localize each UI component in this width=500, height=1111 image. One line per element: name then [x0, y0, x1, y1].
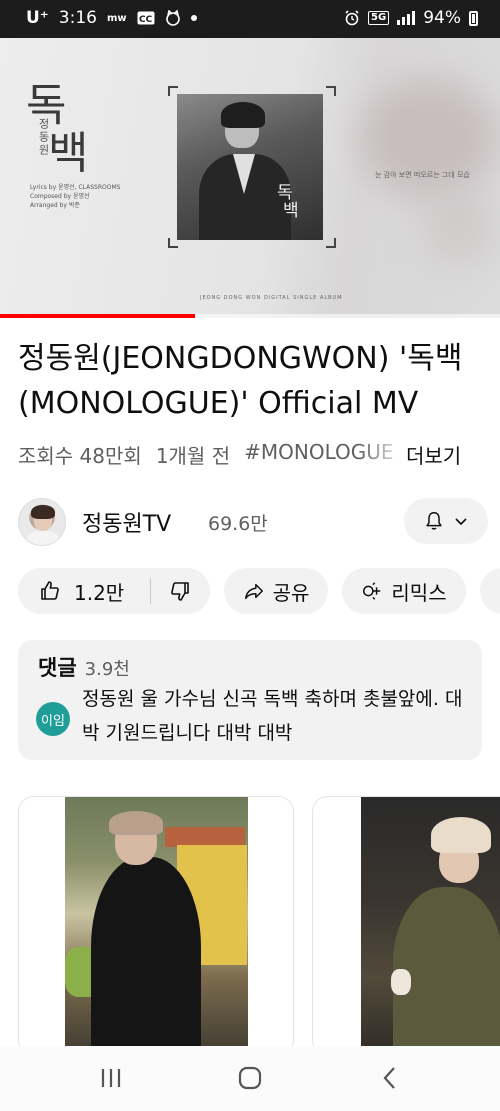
cc-icon: CC	[137, 11, 155, 25]
network-type: 5G	[368, 11, 390, 25]
more-button[interactable]: 더보기	[400, 440, 462, 469]
remix-button[interactable]: 리믹스	[342, 568, 466, 614]
remix-label: 리믹스	[391, 580, 447, 605]
upload-time: 1개월 전	[155, 444, 231, 468]
signal-icon	[397, 11, 416, 25]
artwork-lyric-text: 눈 감아 보면 떠오르는 그대 모습	[375, 171, 470, 179]
channel-avatar[interactable]	[18, 498, 66, 546]
back-icon	[383, 1067, 395, 1089]
comments-count: 3.9천	[84, 659, 130, 680]
short-thumbnail	[361, 797, 500, 1046]
progress-fill	[0, 314, 195, 318]
mw-icon: mw	[106, 12, 127, 24]
remix-icon	[363, 582, 381, 600]
artwork-album-text: JEONG DONG WON DIGITAL SINGLE ALBUM	[200, 295, 343, 301]
bell-icon	[426, 512, 442, 530]
credit-line: Lyrics by 윤명선, CLASSROOMS	[30, 184, 121, 191]
home-icon	[238, 1066, 262, 1090]
home-button[interactable]	[230, 1062, 270, 1094]
progress-bar[interactable]	[0, 314, 500, 318]
commenter-avatar: 이임	[36, 702, 70, 736]
artwork-artist: 정동원	[37, 118, 50, 157]
battery-icon	[469, 10, 478, 26]
action-row: 1.2만 공유 리믹스	[18, 568, 500, 616]
chevron-down-icon	[455, 518, 467, 526]
share-button[interactable]: 공유	[224, 568, 328, 614]
short-card[interactable]	[18, 796, 294, 1046]
notification-dot-icon	[190, 15, 197, 21]
video-meta[interactable]: 조회수 48만회 1개월 전 #MONOLOGUE 더보기	[18, 440, 488, 469]
more-actions-button[interactable]	[480, 568, 500, 614]
credit-line: Arranged by 박준	[30, 202, 80, 209]
video-title[interactable]: 정동원(JEONGDONGWON) '독백(MONOLOGUE)' Offici…	[18, 336, 488, 426]
system-nav-bar	[0, 1046, 500, 1111]
top-comment-text: 정동원 울 가수님 신곡 독백 축하며 촛불앞에. 대박 기원드립니다 대박 대…	[82, 688, 463, 744]
artwork-credits: Lyrics by 윤명선, CLASSROOMS Composed by 윤명…	[30, 183, 120, 210]
clock: 3:16	[58, 8, 97, 28]
artwork-blot	[360, 78, 500, 198]
recent-apps-button[interactable]	[91, 1062, 131, 1094]
comments-header: 댓글 3.9천	[38, 652, 130, 682]
album-cover-title: 독 백	[277, 183, 299, 221]
thumbs-down-icon	[171, 582, 189, 601]
album-cover: 독 백	[177, 94, 323, 240]
comments-title: 댓글	[38, 656, 77, 680]
credit-line: Composed by 윤명선	[30, 193, 90, 200]
svg-text:CC: CC	[139, 15, 153, 25]
related-shorts-shelf	[0, 796, 500, 1046]
artwork-blot	[420, 188, 500, 268]
share-icon	[244, 583, 263, 600]
cat-icon	[165, 10, 180, 26]
like-count: 1.2만	[74, 580, 125, 605]
alarm-icon	[345, 10, 359, 26]
subscriber-count: 69.6만	[208, 513, 268, 535]
short-thumbnail	[65, 797, 248, 1046]
battery-percent: 94%	[423, 8, 461, 28]
dislike-button[interactable]	[151, 579, 209, 603]
short-card[interactable]	[312, 796, 500, 1046]
carrier-label: U⁺	[26, 8, 49, 28]
recent-apps-icon	[101, 1069, 121, 1087]
status-bar: U⁺ 3:16 mw CC 5G 94%	[0, 0, 500, 38]
like-button[interactable]: 1.2만	[18, 577, 150, 606]
back-button[interactable]	[370, 1062, 410, 1094]
channel-row[interactable]: 정동원TV 69.6만	[18, 496, 488, 548]
notification-bell-button[interactable]	[404, 498, 488, 544]
like-dislike-pill: 1.2만	[18, 568, 210, 614]
video-player[interactable]: 독 백 정동원 Lyrics by 윤명선, CLASSROOMS Compos…	[0, 38, 500, 318]
share-label: 공유	[272, 580, 310, 605]
view-count: 조회수 48만회	[18, 444, 142, 468]
comments-panel[interactable]: 댓글 3.9천 이임 정동원 울 가수님 신곡 독백 축하며 촛불앞에. 대박 …	[18, 640, 482, 760]
channel-name[interactable]: 정동원TV	[82, 506, 171, 538]
thumbs-up-icon	[41, 581, 59, 600]
